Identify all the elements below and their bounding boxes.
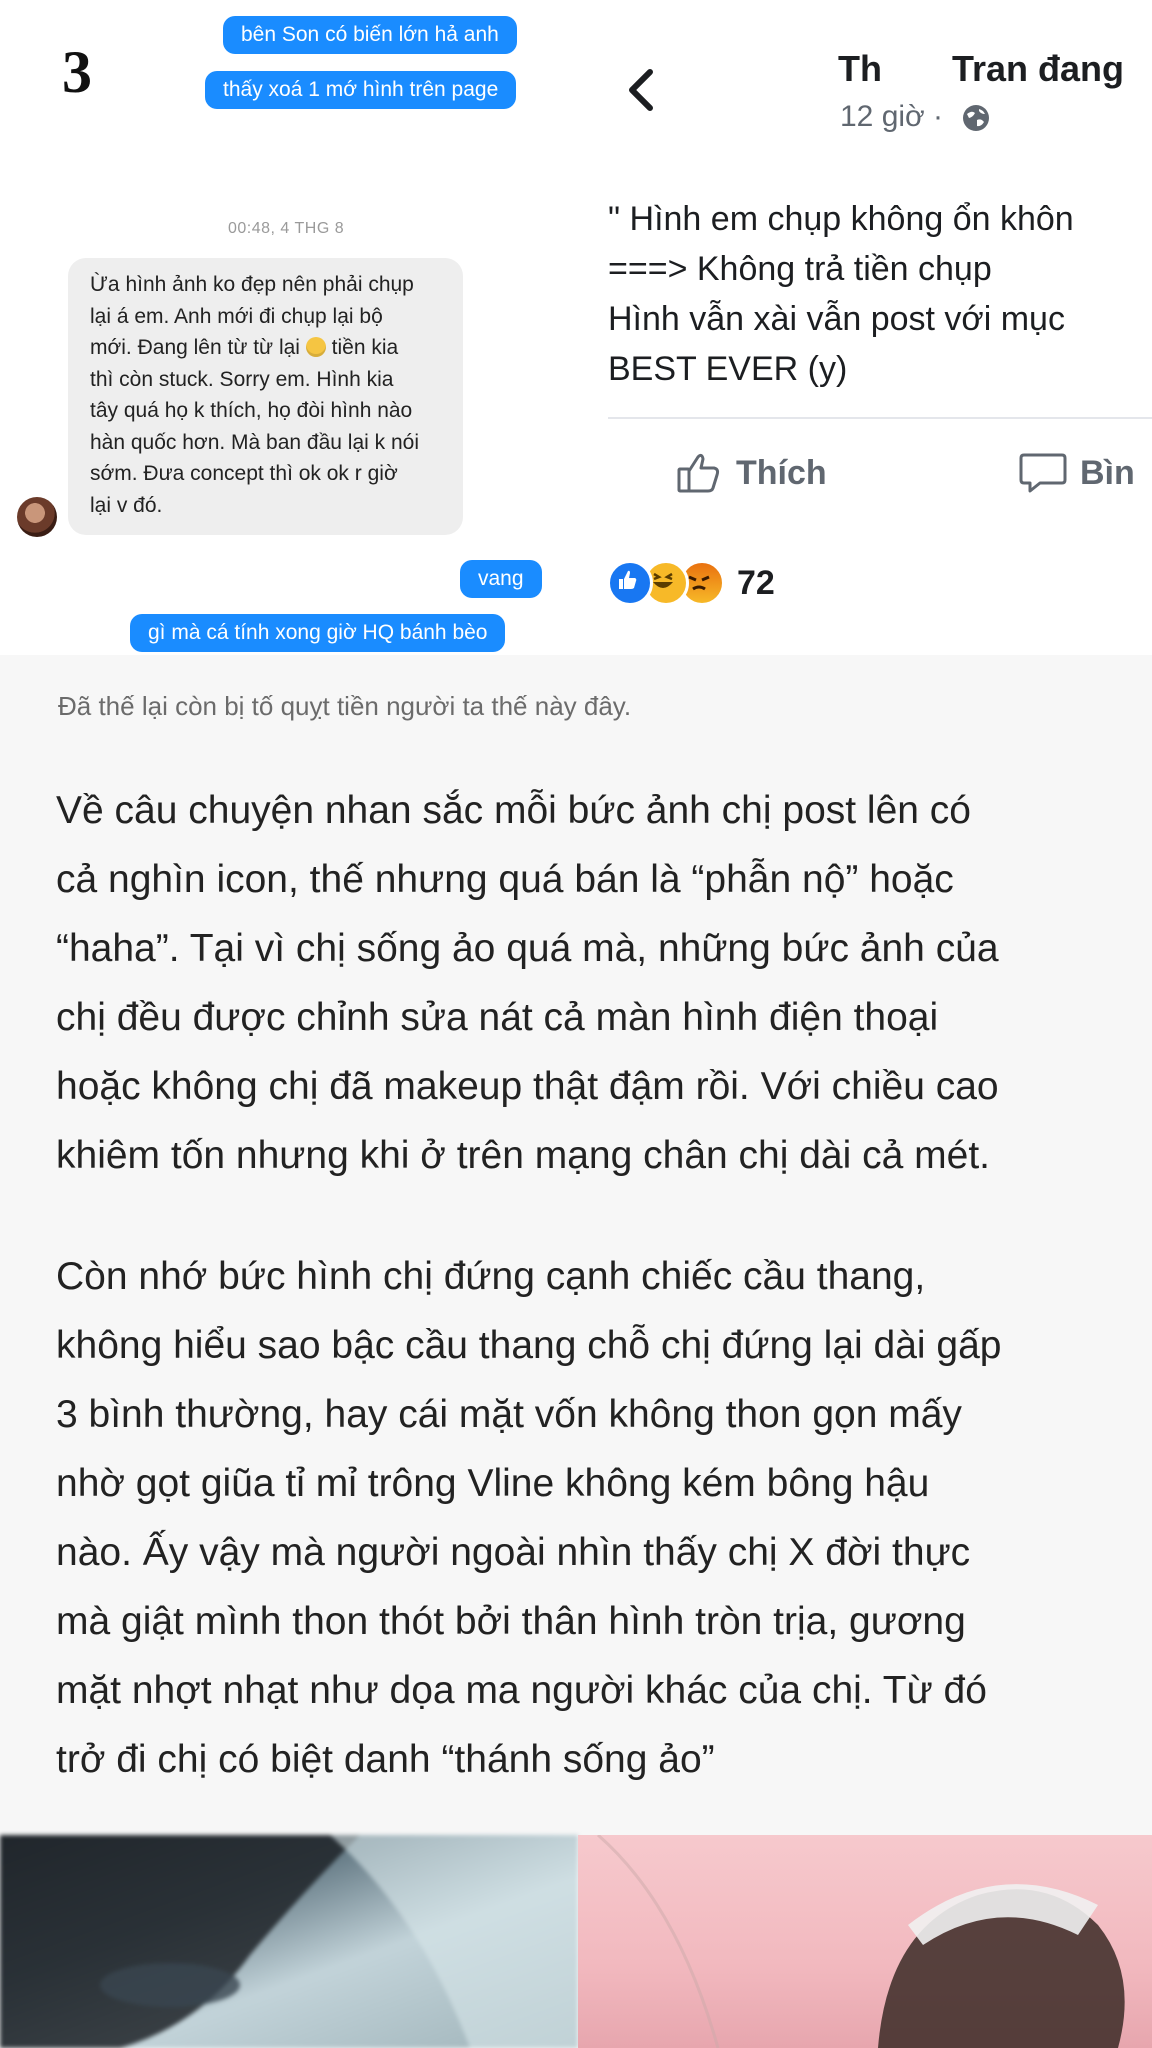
post-author-name[interactable]: Th — [838, 48, 882, 90]
paragraph-line: Về câu chuyện nhan sắc mỗi bức ảnh chị p… — [56, 789, 971, 832]
paragraph-line: khiêm tốn nhưng khi ở trên mạng chân chị… — [56, 1134, 991, 1177]
reaction-summary[interactable]: 72 — [607, 560, 775, 606]
post-author-name-cont[interactable]: Tran đang — [952, 48, 1124, 90]
reaction-count: 72 — [737, 563, 775, 602]
received-line: thì còn stuck. Sorry em. Hình kia — [90, 367, 394, 391]
received-line-part: tiền kia — [331, 336, 399, 359]
paragraph-line: “haha”. Tại vì chị sống ảo quá mà, những… — [56, 927, 999, 970]
paragraph-line: Còn nhớ bức hình chị đứng cạnh chiếc cầu… — [56, 1255, 926, 1298]
post-line: ===> Không trả tiền chụp — [608, 250, 992, 288]
post-timestamp: 12 giờ · — [840, 100, 944, 133]
sent-message-bubble: bên Son có biến lớn hả anh — [223, 16, 517, 54]
paragraph-line: mặt nhợt nhạt như dọa ma người khác của … — [56, 1669, 987, 1712]
received-message-text: Ừa hình ảnh ko đẹp nên phải chụp lại á e… — [90, 269, 460, 521]
paragraph-line: 3 bình thường, hay cái mặt vốn không tho… — [56, 1393, 962, 1436]
globe-icon — [963, 105, 989, 131]
paragraph-line: mà giật mình thon thót bởi thân hình trò… — [56, 1600, 966, 1643]
paragraph-line: trở đi chị có biệt danh “thánh sống ảo” — [56, 1738, 715, 1781]
like-reaction-icon — [607, 560, 653, 606]
received-line: sớm. Đưa concept thì ok ok r giờ — [90, 462, 398, 485]
photo-right — [578, 1835, 1152, 2048]
sent-message-text: vang — [478, 567, 524, 590]
sent-message-bubble: thấy xoá 1 mớ hình trên page — [205, 71, 517, 109]
avatar — [17, 497, 57, 537]
paragraph-line: cả nghìn icon, thế nhưng quá bán là “phẫ… — [56, 858, 954, 901]
sent-message-bubble: vang — [460, 560, 542, 598]
sent-message-bubble: gì mà cá tính xong giờ HQ bánh bèo — [130, 614, 506, 652]
paragraph-line: không hiểu sao bậc cầu thang chỗ chị đứn… — [56, 1324, 1002, 1367]
photo-left — [0, 1835, 578, 2048]
thumbs-up-icon — [677, 453, 720, 493]
paragraph-line: nhờ gọt giũa tỉ mỉ trông Vline không kém… — [56, 1462, 930, 1505]
image-caption: Đã thế lại còn bị tố quỵt tiền người ta … — [58, 691, 632, 721]
divider — [608, 417, 1152, 419]
received-line-part: mới. Đang lên từ từ lại — [90, 336, 300, 359]
like-button[interactable]: Thích — [676, 448, 827, 498]
sent-message-text: gì mà cá tính xong giờ HQ bánh bèo — [148, 621, 488, 644]
received-line: mới. Đang lên từ từ lại tiền kia — [90, 332, 460, 364]
article-paragraph: Còn nhớ bức hình chị đứng cạnh chiếc cầu… — [56, 1242, 1116, 1794]
post-line: Hình vẫn xài vẫn post với mục — [608, 300, 1065, 338]
screenshot-composite: 3 bên Son có biến lớn hả anh thấy xoá 1 … — [0, 0, 1152, 655]
paragraph-line: nào. Ấy vậy mà người ngoài nhìn thấy chị… — [56, 1531, 971, 1574]
comment-label: Bìn — [1080, 453, 1135, 492]
comment-button[interactable]: Bìn — [1018, 448, 1135, 498]
paragraph-line: hoặc không chị đã makeup thật đậm rồi. V… — [56, 1065, 999, 1108]
received-line: hàn quốc hơn. Mà ban đầu lại k nói — [90, 430, 419, 454]
received-line: tây quá họ k thích, họ đòi hình nào — [90, 399, 413, 422]
post-line: BEST EVER (y) — [608, 350, 848, 388]
received-line: lại v đó. — [90, 493, 163, 517]
paragraph-line: chị đều được chỉnh sửa nát cả màn hình đ… — [56, 996, 939, 1039]
back-chevron-icon[interactable] — [622, 66, 662, 114]
article-paragraph: Về câu chuyện nhan sắc mỗi bức ảnh chị p… — [56, 776, 1116, 1190]
received-line: lại á em. Anh mới đi chụp lại bộ — [90, 304, 383, 328]
sent-message-text: thấy xoá 1 mớ hình trên page — [223, 78, 499, 101]
message-timestamp: 00:48, 4 THG 8 — [228, 220, 345, 237]
comment-bubble-icon — [1019, 453, 1067, 493]
sent-message-text: bên Son có biến lớn hả anh — [241, 23, 499, 46]
disappointed-emoji-icon — [305, 337, 326, 357]
like-label: Thích — [736, 453, 827, 492]
post-text: " Hình em chụp không ổn khôn ===> Không … — [608, 194, 1152, 394]
figure-number: 3 — [62, 39, 92, 105]
post-line: " Hình em chụp không ổn khôn — [608, 200, 1074, 238]
received-line: Ừa hình ảnh ko đẹp nên phải chụp — [90, 273, 414, 296]
